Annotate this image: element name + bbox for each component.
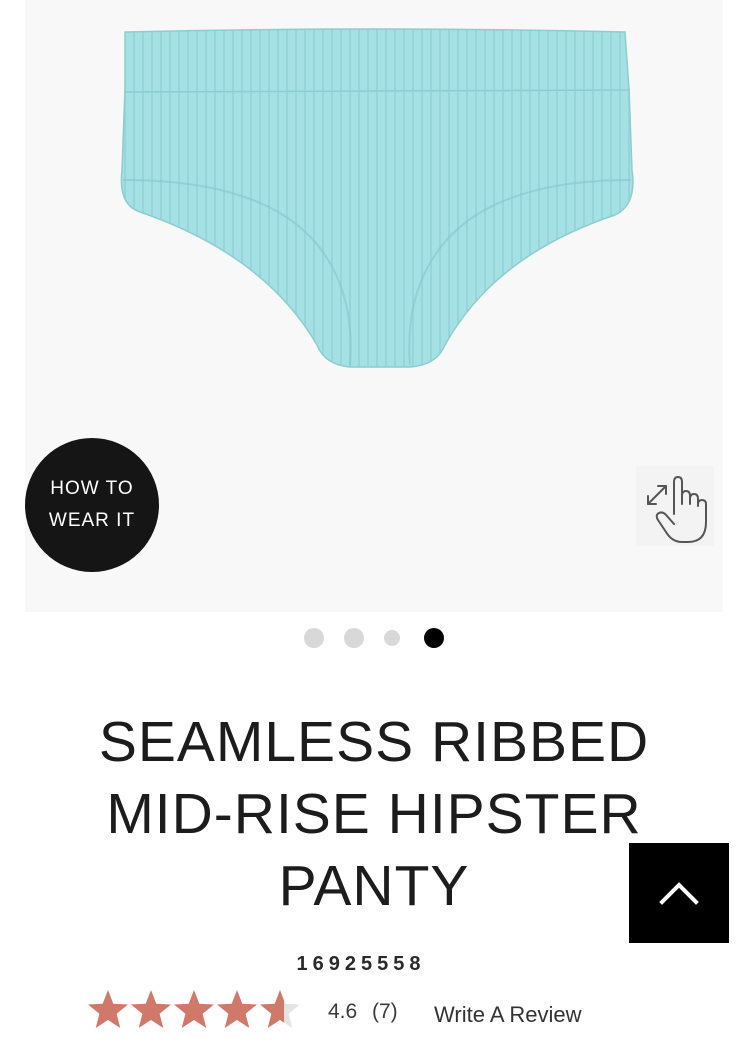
zoom-button[interactable]: [636, 466, 714, 546]
panty-waistband: [124, 28, 630, 93]
star-icon: [217, 990, 257, 1028]
write-review-link[interactable]: Write A Review: [434, 1002, 582, 1028]
how-to-wear-button[interactable]: HOW TO WEAR IT: [25, 438, 159, 572]
carousel-pagination: [0, 628, 748, 648]
product-title-line3: PANTY: [278, 854, 470, 918]
how-to-wear-label-line1: HOW TO: [50, 478, 134, 499]
pinch-zoom-hand-icon: [647, 476, 707, 543]
star-icon: [131, 990, 171, 1028]
review-count[interactable]: (7): [372, 1000, 398, 1024]
rating-value: 4.6: [328, 1000, 358, 1023]
star-icon: [88, 990, 128, 1028]
product-sku: 16925558: [296, 953, 426, 975]
back-to-top-button[interactable]: [629, 843, 729, 943]
star-icon: [174, 990, 214, 1028]
star-rating[interactable]: [88, 988, 303, 1034]
product-title-line2: MID-RISE HIPSTER: [106, 782, 642, 846]
carousel-dot[interactable]: [344, 628, 364, 648]
carousel-dot[interactable]: [384, 630, 400, 646]
chevron-up-icon: [659, 882, 699, 905]
carousel-dot[interactable]: [424, 628, 444, 648]
panty-body: [120, 87, 634, 368]
carousel-dot[interactable]: [304, 628, 324, 648]
product-title-line1: SEAMLESS RIBBED: [98, 710, 650, 774]
product-title: SEAMLESS RIBBED MID-RISE HIPSTER PANTY: [60, 706, 688, 922]
how-to-wear-label-line2: WEAR IT: [48, 510, 136, 531]
star-icon: [260, 990, 300, 1028]
